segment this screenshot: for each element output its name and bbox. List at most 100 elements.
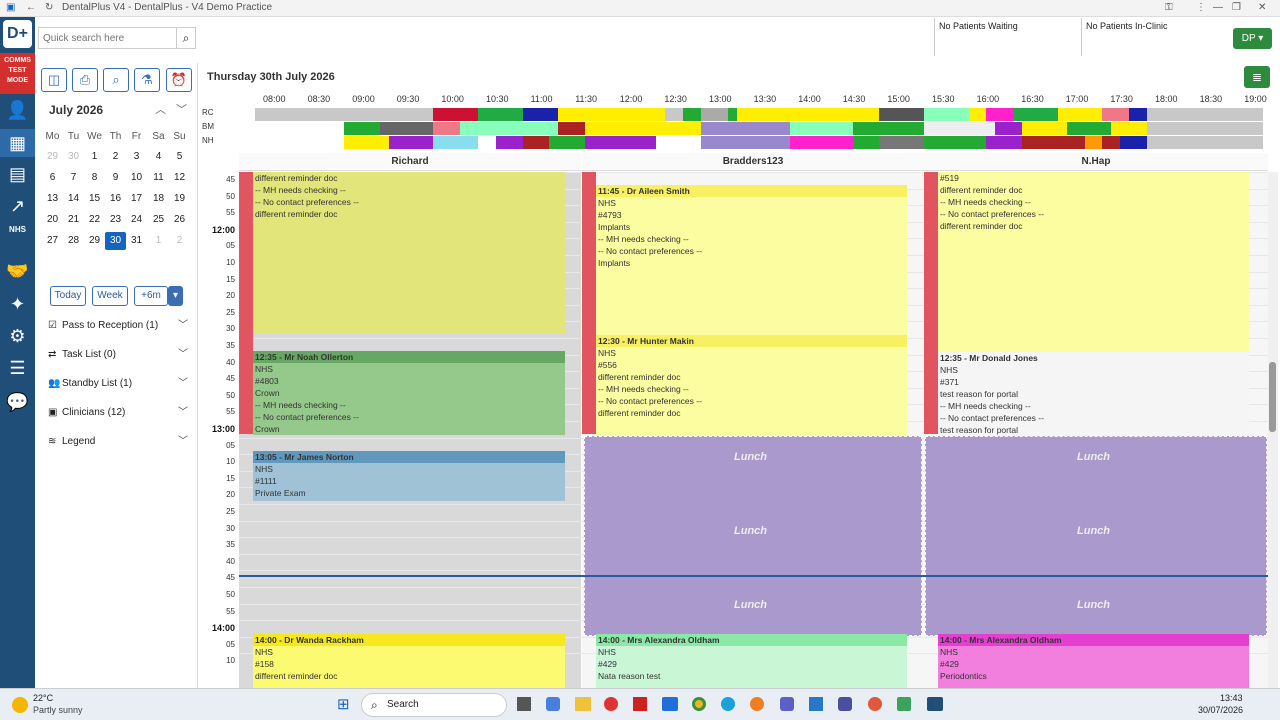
calendar-day[interactable]: 30 <box>105 232 126 250</box>
print-icon[interactable]: ⎙ <box>72 68 98 92</box>
appointment-r1[interactable]: different reminder doc -- MH needs checki… <box>253 172 565 334</box>
lunch-block[interactable]: Lunch Lunch Lunch <box>584 436 922 636</box>
calendar-day[interactable]: 21 <box>63 211 84 229</box>
menu-icon[interactable]: ⋮ <box>1196 2 1206 13</box>
panel-clinicians[interactable]: ▣ Clinicians (12) ﹀ <box>48 403 188 423</box>
folder-icon[interactable] <box>575 697 591 711</box>
calendar-day[interactable]: 1 <box>148 232 169 250</box>
app-icon-purple[interactable] <box>838 697 852 711</box>
calendar-day[interactable]: 16 <box>105 190 126 208</box>
lunch-block[interactable]: Lunch Lunch Lunch <box>925 436 1267 636</box>
zoom-icon[interactable]: ⌕ <box>103 68 129 92</box>
search-icon[interactable]: ⌕ <box>176 27 196 49</box>
chrome-alt-icon[interactable] <box>868 697 882 711</box>
appointment-b1[interactable]: 11:45 - Dr Aileen Smith NHS #4793 Implants -… <box>596 185 907 335</box>
minimize-icon[interactable]: — <box>1213 2 1223 13</box>
reload-icon[interactable]: ↻ <box>45 2 53 13</box>
handshake-icon[interactable]: 🤝 <box>3 257 32 285</box>
calendar-day[interactable]: 28 <box>63 232 84 250</box>
chat-icon[interactable]: 💬 <box>3 388 32 416</box>
chevron-down-icon[interactable]: ﹀ <box>178 316 188 336</box>
calendar-day[interactable]: 15 <box>84 190 105 208</box>
calendar-day[interactable]: 17 <box>126 190 147 208</box>
appointment-n2[interactable]: 12:35 - Mr Donald Jones NHS #371 test reaso… <box>938 352 1249 435</box>
calendar-icon[interactable]: ▦ <box>0 129 35 157</box>
calendar-day[interactable]: 29 <box>84 232 105 250</box>
chrome-icon[interactable] <box>692 697 706 711</box>
calendar-day[interactable]: 26 <box>169 211 190 229</box>
edge-icon[interactable] <box>721 697 735 711</box>
appointment-b2[interactable]: 12:30 - Mr Hunter Makin NHS #556 different … <box>596 335 907 435</box>
calendar-day[interactable]: 27 <box>42 232 63 250</box>
panel-pass-to-reception[interactable]: ☑ Pass to Reception (1) ﹀ <box>48 316 188 336</box>
vscode-icon[interactable] <box>809 697 823 711</box>
calendar-day[interactable]: 7 <box>63 169 84 187</box>
appointment-r3[interactable]: 13:05 - Mr James Norton NHS #1111 Private E… <box>253 451 565 501</box>
chevron-down-icon[interactable]: ﹀ <box>178 403 188 423</box>
calendar-day[interactable]: 1 <box>84 148 105 166</box>
firefox-icon[interactable] <box>750 697 764 711</box>
calendar-day[interactable]: 24 <box>126 211 147 229</box>
taskbar-search[interactable]: ⌕ Search <box>361 693 507 717</box>
list-icon[interactable]: ☰ <box>3 354 32 382</box>
menu-lines-icon[interactable]: ≣ <box>1244 66 1270 88</box>
calendar-day[interactable]: 29 <box>42 148 63 166</box>
dropdown-icon[interactable]: ▾ <box>168 286 183 306</box>
prev-month-icon[interactable]: ︿ <box>155 101 166 117</box>
calendar-day[interactable]: 9 <box>105 169 126 187</box>
calendar-day[interactable]: 20 <box>42 211 63 229</box>
appointment-r4[interactable]: 14:00 - Dr Wanda Rackham NHS #158 different… <box>253 634 565 688</box>
calendar-day[interactable]: 23 <box>105 211 126 229</box>
calendar-day[interactable]: 22 <box>84 211 105 229</box>
outlook-icon[interactable] <box>662 697 678 711</box>
sparkle-icon[interactable]: ✦ <box>3 290 32 318</box>
calendar-day[interactable]: 2 <box>169 232 190 250</box>
back-icon[interactable]: ← <box>26 2 36 13</box>
restore-icon[interactable]: ❐ <box>1232 2 1241 13</box>
calendar-day[interactable]: 6 <box>42 169 63 187</box>
calendar-day[interactable]: 12 <box>169 169 190 187</box>
task-view-icon[interactable] <box>517 697 531 711</box>
six-months-button[interactable]: +6m <box>134 286 168 306</box>
calendar-day[interactable]: 3 <box>126 148 147 166</box>
calendar-day[interactable]: 30 <box>63 148 84 166</box>
start-icon[interactable]: ⊞ <box>337 697 353 713</box>
calendar-day[interactable]: 11 <box>148 169 169 187</box>
calendar-day[interactable]: 13 <box>42 190 63 208</box>
chart-icon[interactable]: ↗ <box>3 192 32 220</box>
calendar-day[interactable]: 19 <box>169 190 190 208</box>
today-button[interactable]: Today <box>50 286 86 306</box>
key-icon[interactable]: ⚿ <box>1165 2 1173 13</box>
settings-icon[interactable]: ⚙ <box>3 322 32 350</box>
calendar-day[interactable]: 8 <box>84 169 105 187</box>
notepad-icon[interactable] <box>897 697 911 711</box>
opera-icon[interactable] <box>604 697 618 711</box>
appointment-n3[interactable]: 14:00 - Mrs Alexandra Oldham NHS #429 Perio… <box>938 634 1249 688</box>
user-menu-button[interactable]: DP ▾ <box>1233 28 1272 49</box>
chevron-down-icon[interactable]: ﹀ <box>178 345 188 365</box>
app-icon-red[interactable] <box>633 697 647 711</box>
calendar-day[interactable]: 4 <box>148 148 169 166</box>
user-icon[interactable]: 👤 <box>3 96 32 124</box>
dentalplus-task-icon[interactable] <box>927 697 943 711</box>
appointment-b3[interactable]: 14:00 - Mrs Alexandra Oldham NHS #429 Nata … <box>596 634 907 688</box>
lab-icon[interactable]: ⚗ <box>134 68 160 92</box>
appointment-r2[interactable]: 12:35 - Mr Noah Ollerton NHS #4803 Crown -- … <box>253 351 565 435</box>
panel-task-list[interactable]: ⇄ Task List (0) ﹀ <box>48 345 188 365</box>
chevron-down-icon[interactable]: ﹀ <box>178 432 188 452</box>
panel-legend[interactable]: ≋ Legend ﹀ <box>48 432 188 452</box>
alarm-icon[interactable]: ⏰ <box>166 68 192 92</box>
calendar-day[interactable]: 31 <box>126 232 147 250</box>
next-month-icon[interactable]: ﹀ <box>176 101 187 117</box>
calendar-day[interactable]: 10 <box>126 169 147 187</box>
search-input[interactable] <box>38 27 178 49</box>
calendar-day[interactable]: 18 <box>148 190 169 208</box>
appointment-n1[interactable]: #519 different reminder doc -- MH needs ch… <box>938 172 1249 352</box>
panel-standby-list[interactable]: 👥 Standby List (1) ﹀ <box>48 374 188 394</box>
calendar-day[interactable]: 25 <box>148 211 169 229</box>
calendar-day[interactable]: 5 <box>169 148 190 166</box>
chevron-down-icon[interactable]: ﹀ <box>178 374 188 394</box>
calendar-day[interactable]: 2 <box>105 148 126 166</box>
teams-icon[interactable] <box>780 697 794 711</box>
nhs-claims-icon[interactable]: NHS <box>3 224 32 252</box>
